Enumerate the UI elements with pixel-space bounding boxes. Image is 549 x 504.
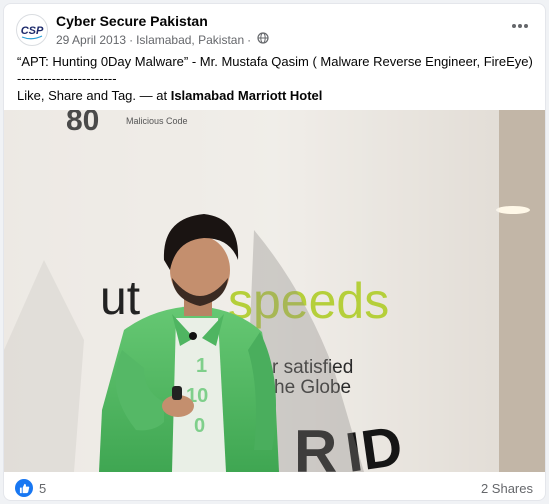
more-horizontal-icon[interactable] bbox=[509, 18, 531, 34]
svg-text:ut: ut bbox=[100, 272, 140, 325]
globe-icon[interactable] bbox=[257, 32, 269, 47]
page-avatar[interactable]: CSP bbox=[16, 14, 48, 46]
post-photo[interactable]: 80 Malicious Code ut speeds r satisfied … bbox=[4, 110, 545, 472]
post-date[interactable]: 29 April 2013 bbox=[56, 33, 126, 47]
svg-text:1: 1 bbox=[196, 355, 207, 377]
post-header: CSP Cyber Secure Pakistan 29 April 2013 … bbox=[4, 4, 545, 54]
place-link[interactable]: Islamabad Marriott Hotel bbox=[171, 88, 323, 103]
csp-logo-icon: CSP bbox=[21, 25, 44, 40]
post-text-line: “APT: Hunting 0Day Malware” - Mr. Mustaf… bbox=[17, 54, 533, 69]
like-icon[interactable] bbox=[15, 479, 33, 497]
svg-text:80: 80 bbox=[66, 110, 99, 137]
shares-count[interactable]: 2 Shares bbox=[481, 481, 533, 496]
reaction-count[interactable]: 5 bbox=[39, 481, 46, 496]
post-card: CSP Cyber Secure Pakistan 29 April 2013 … bbox=[3, 3, 546, 501]
post-meta: 29 April 2013 · Islamabad, Pakistan · bbox=[56, 32, 269, 47]
svg-text:Malicious Code: Malicious Code bbox=[126, 116, 188, 126]
svg-text:CSP: CSP bbox=[21, 25, 44, 37]
svg-text:0: 0 bbox=[194, 415, 205, 437]
post-text-line: ----------------------- bbox=[17, 71, 117, 86]
meta-separator: · bbox=[129, 32, 134, 47]
post-text: “APT: Hunting 0Day Malware” - Mr. Mustaf… bbox=[17, 53, 537, 104]
post-footer: 5 2 Shares bbox=[4, 472, 545, 500]
speaker-photo-image: 80 Malicious Code ut speeds r satisfied … bbox=[4, 110, 545, 472]
post-location[interactable]: Islamabad, Pakistan bbox=[136, 33, 244, 47]
post-text-line: Like, Share and Tag. — at Islamabad Marr… bbox=[17, 88, 323, 103]
page-name-link[interactable]: Cyber Secure Pakistan bbox=[56, 13, 208, 29]
meta-separator: · bbox=[247, 32, 252, 47]
